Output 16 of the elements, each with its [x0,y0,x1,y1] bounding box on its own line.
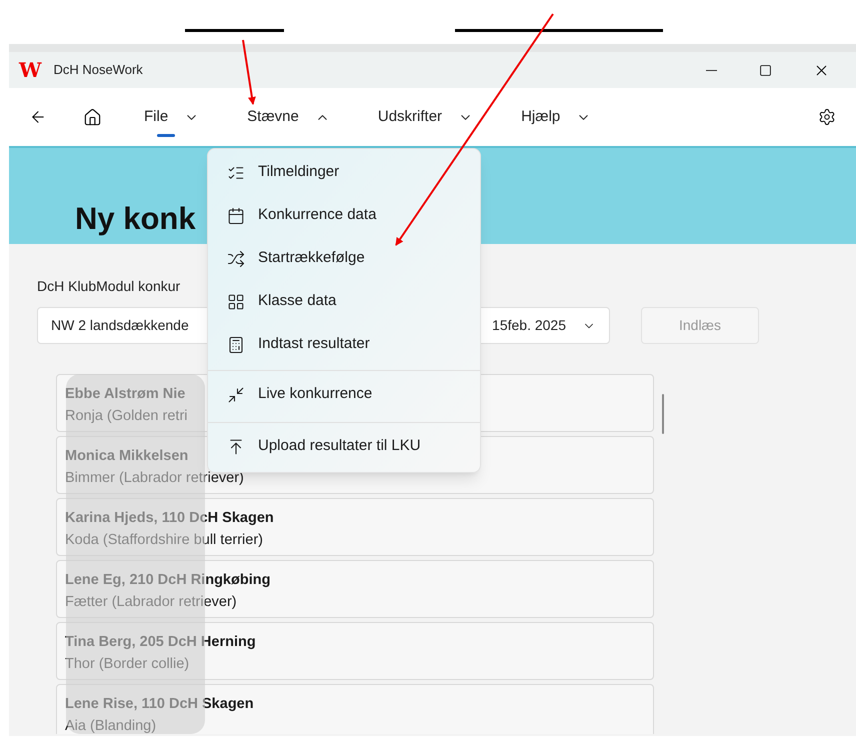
dog-name: Fætter (Labrador retriever) [65,593,237,612]
handler-name: Tina Berg, 205 DcH Herning [65,633,256,652]
handler-name: Karina Hjeds, 110 DcH Skagen [65,509,274,528]
page-heading: Ny konk [75,200,196,238]
dog-name: Bimmer (Labrador retriever) [65,469,244,488]
dog-name: Thor (Border collie) [65,655,190,674]
handler-name: Lene Eg, 210 DcH Ringkøbing [65,571,270,590]
window-title: DcH NoseWork [53,61,143,80]
dog-name: Aia (Blanding) [65,717,156,734]
dog-name: Ronja (Golden retri [65,407,188,426]
source-label: DcH KlubModul konkur [37,277,182,296]
handler-name: Monica Mikkelsen [65,447,188,466]
handler-name: Ebbe Alstrøm Nie [65,385,186,404]
app-logo: W [19,60,42,80]
handler-name: Lene Rise, 110 DcH Skagen [65,695,254,714]
dog-name: Koda (Staffordshire bull terrier) [65,531,263,550]
